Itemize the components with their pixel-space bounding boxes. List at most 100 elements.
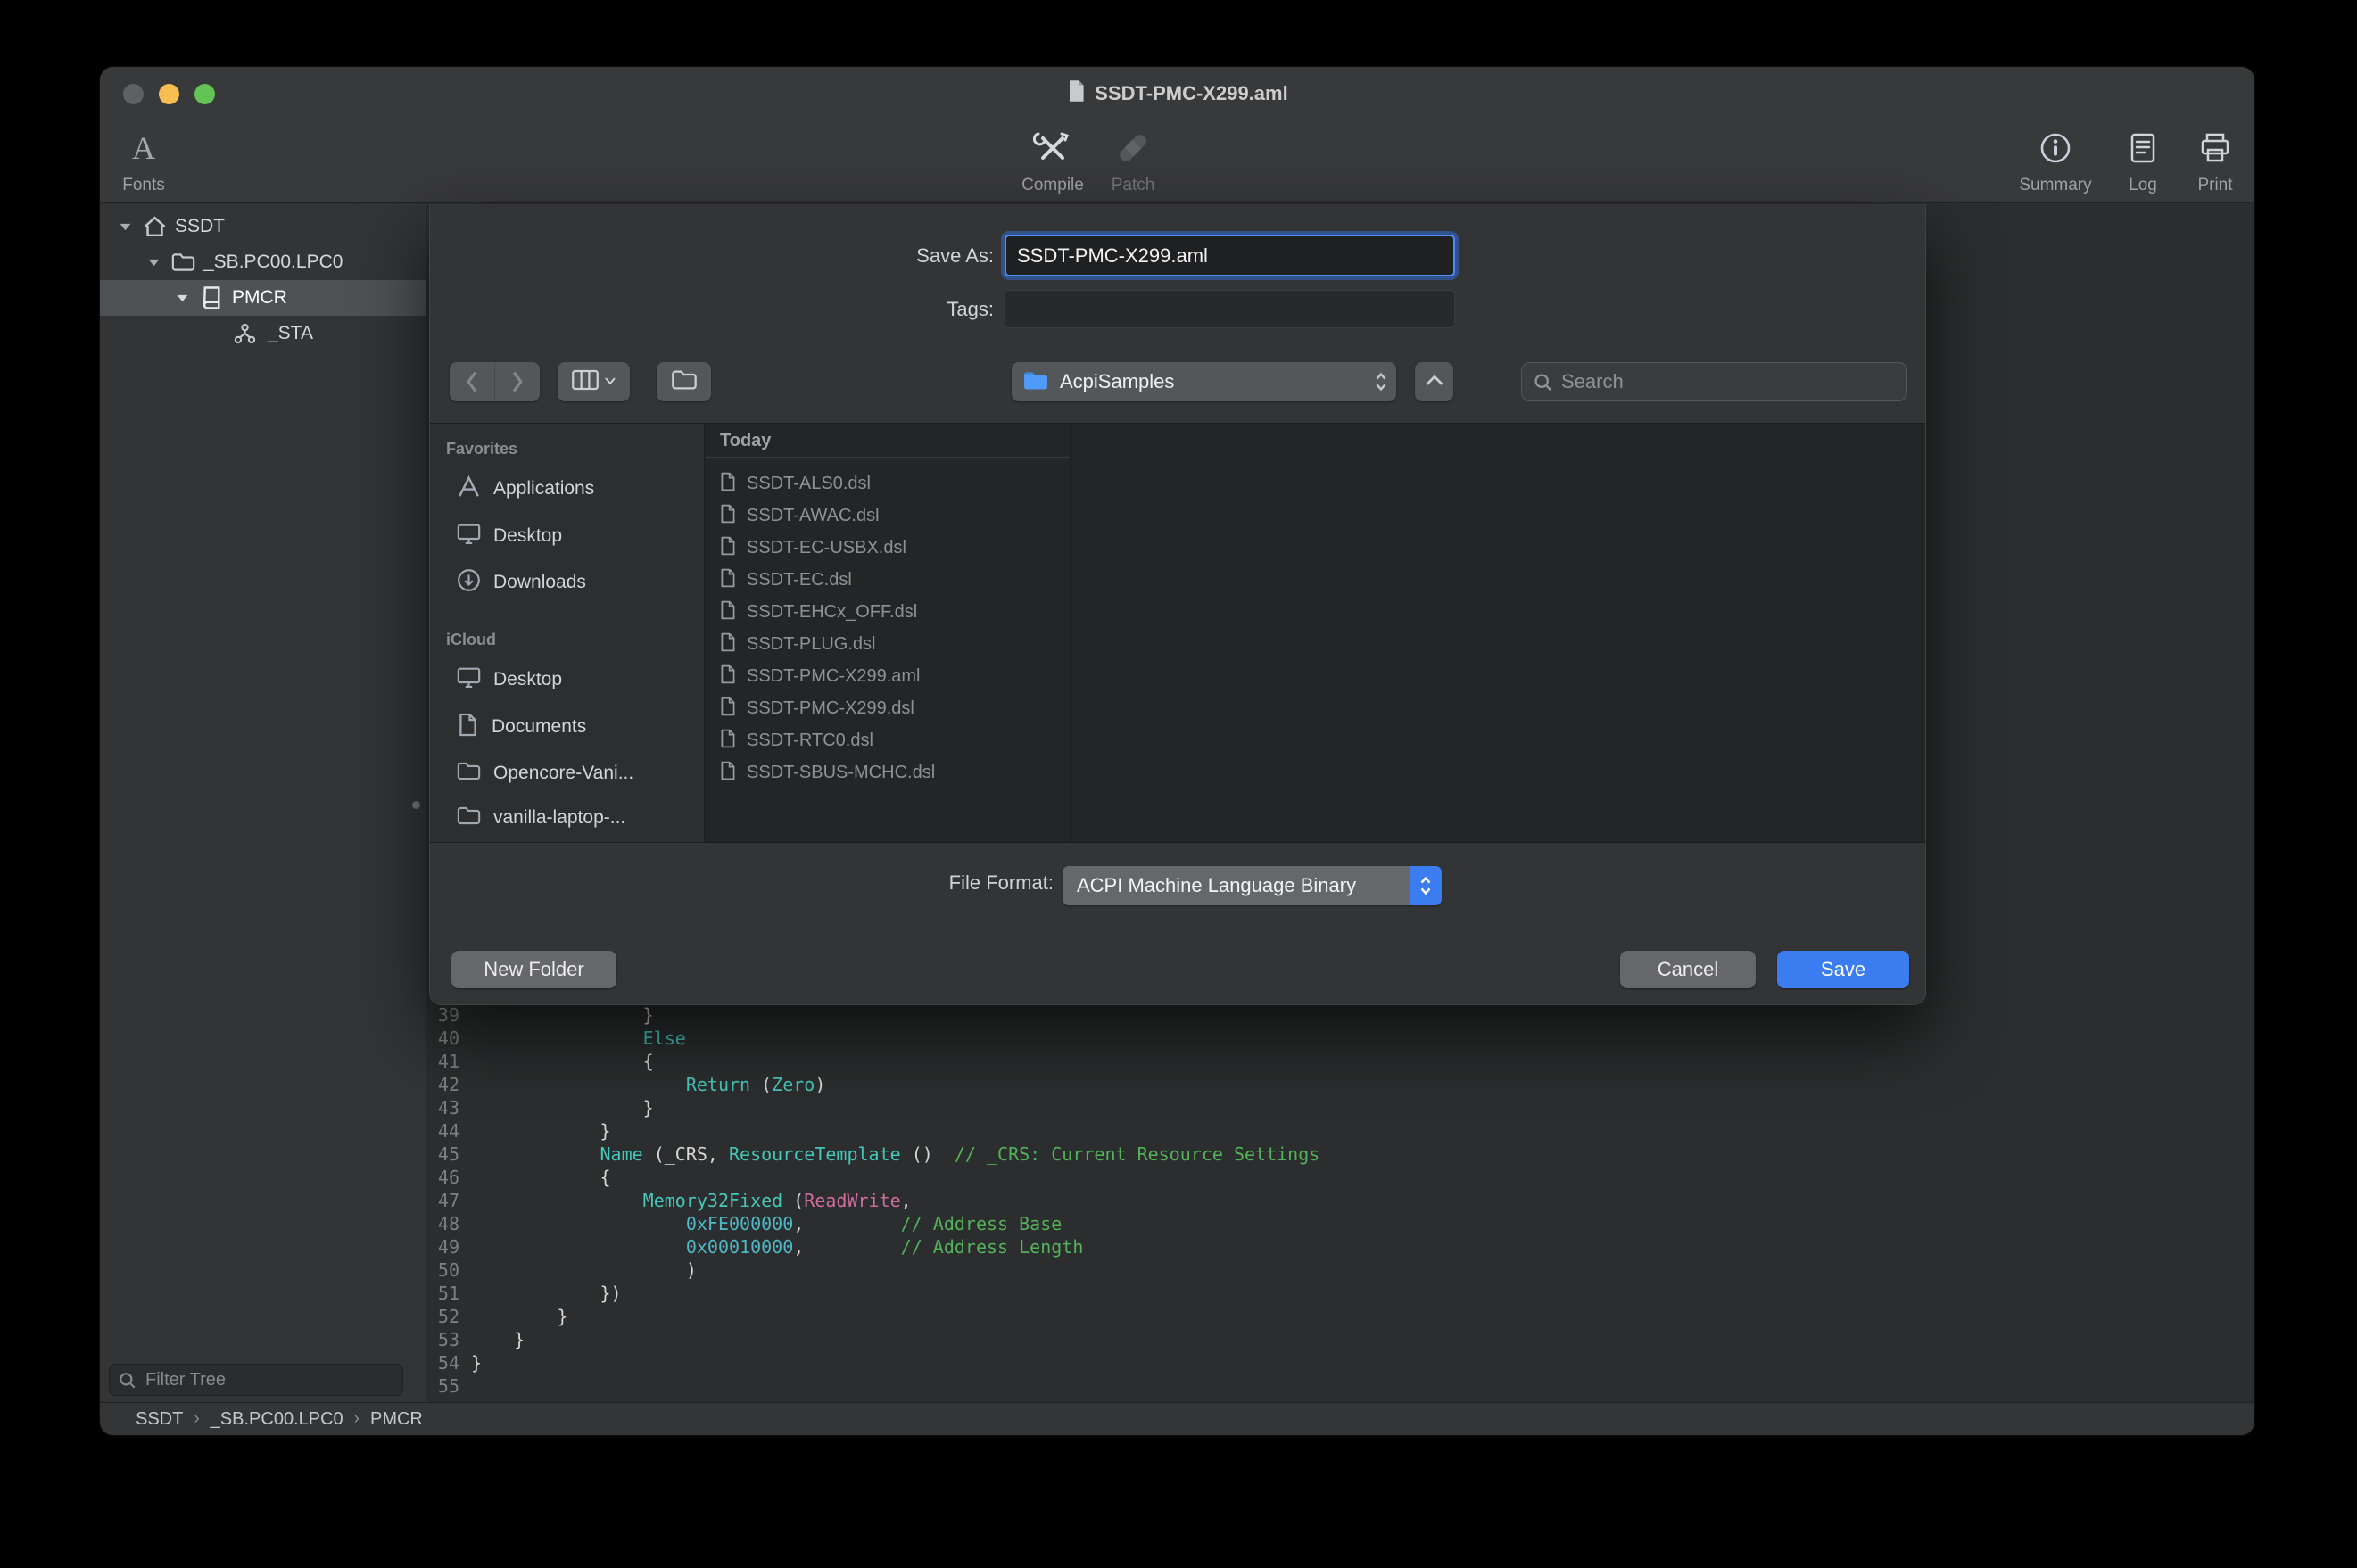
window-title-text: SSDT-PMC-X299.aml (1095, 82, 1287, 105)
code-line: 50 ) (427, 1259, 2254, 1282)
location-popup-value: AcpiSamples (1060, 362, 1174, 401)
disclosure-triangle-icon[interactable] (146, 255, 161, 270)
code-line: 52 } (427, 1305, 2254, 1328)
disclosure-triangle-icon[interactable] (118, 219, 133, 235)
code-line: 55 (427, 1374, 2254, 1398)
file-item[interactable]: SSDT-SBUS-MCHC.dsl (706, 756, 1070, 788)
file-item[interactable]: SSDT-EC-USBX.dsl (706, 532, 1070, 564)
file-item[interactable]: SSDT-PLUG.dsl (706, 628, 1070, 660)
new-folder-button[interactable]: New Folder (451, 951, 616, 988)
chevron-down-icon (604, 374, 616, 390)
acpi-tree: SSDT _SB.PC00.LPC0 PMCR (100, 204, 426, 351)
columns-view-icon (572, 369, 599, 395)
document-icon (720, 697, 736, 721)
patch-toolbar-button[interactable]: Patch (1062, 122, 1204, 195)
zoom-button[interactable] (194, 84, 215, 104)
forward-button[interactable] (494, 362, 540, 401)
sidebar-item-applications[interactable]: Applications (430, 471, 704, 507)
tree-item-sb-pc00-lpc0[interactable]: _SB.PC00.LPC0 (100, 244, 426, 280)
toolbar: A Fonts Compile (100, 120, 2254, 203)
method-hierarchy-icon (234, 323, 256, 345)
breadcrumb-separator: › (354, 1409, 360, 1429)
close-button[interactable] (123, 84, 144, 104)
file-item[interactable]: SSDT-PMC-X299.dsl (706, 692, 1070, 724)
applications-icon (457, 475, 481, 502)
code-line: 48 0xFE000000, // Address Base (427, 1212, 2254, 1235)
cancel-button[interactable]: Cancel (1620, 951, 1756, 988)
location-popup[interactable]: AcpiSamples (1012, 362, 1396, 401)
sidebar-item-desktop[interactable]: Desktop (430, 518, 704, 554)
file-item[interactable]: SSDT-AWAC.dsl (706, 499, 1070, 532)
file-format-band: File Format: ACPI Machine Language Binar… (430, 844, 1925, 928)
tags-label: Tags: (430, 290, 994, 328)
breadcrumb-item[interactable]: PMCR (370, 1409, 423, 1430)
code-line: 39 } (427, 1003, 2254, 1027)
breadcrumb-item[interactable]: SSDT (136, 1409, 183, 1430)
document-icon (720, 632, 736, 656)
save-as-label: Save As: (430, 235, 994, 276)
code-line: 54} (427, 1351, 2254, 1374)
minimize-button[interactable] (159, 84, 179, 104)
filter-tree-field[interactable] (109, 1364, 403, 1396)
folder-icon (457, 805, 481, 830)
tags-input[interactable] (1005, 290, 1455, 328)
path-statusbar: SSDT › _SB.PC00.LPC0 › PMCR (100, 1402, 2254, 1435)
places-sidebar: Favorites Applications Desktop Downloads… (430, 424, 705, 842)
info-icon (2038, 122, 2073, 174)
search-input[interactable] (1561, 363, 1898, 400)
fonts-toolbar-button[interactable]: A Fonts (99, 122, 215, 195)
sidebar-item-opencore-folder[interactable]: Opencore-Vani... (430, 755, 704, 791)
new-folder-icon-button[interactable] (657, 362, 711, 401)
view-mode-button[interactable] (558, 362, 630, 401)
up-directory-button[interactable] (1415, 362, 1453, 401)
icloud-header: iCloud (446, 623, 496, 656)
file-format-popup[interactable]: ACPI Machine Language Binary (1063, 866, 1442, 905)
tree-item-pmcr[interactable]: PMCR (100, 280, 426, 316)
code-line: 40 Else (427, 1027, 2254, 1050)
search-field[interactable] (1521, 362, 1907, 401)
back-button[interactable] (450, 362, 494, 401)
code-line: 46 { (427, 1166, 2254, 1189)
document-icon (720, 664, 736, 689)
file-browser: Favorites Applications Desktop Downloads… (430, 423, 1925, 843)
splitter-handle-icon[interactable] (412, 801, 420, 809)
code-line: 43 } (427, 1096, 2254, 1119)
breadcrumb-item[interactable]: _SB.PC00.LPC0 (211, 1409, 343, 1430)
file-item[interactable]: SSDT-ALS0.dsl (706, 467, 1070, 499)
file-item[interactable]: SSDT-EHCx_OFF.dsl (706, 596, 1070, 628)
desktop-icon (457, 523, 481, 549)
tree-item-sta[interactable]: _STA (100, 316, 426, 351)
patch-bandaid-icon (1113, 122, 1153, 174)
code-line: 42 Return (Zero) (427, 1073, 2254, 1096)
chevron-up-icon (1425, 373, 1444, 392)
file-item[interactable]: SSDT-RTC0.dsl (706, 724, 1070, 756)
code-line: 53 } (427, 1328, 2254, 1351)
documents-icon (457, 713, 479, 741)
print-toolbar-button[interactable]: Print (2144, 122, 2255, 195)
breadcrumb-separator: › (194, 1409, 199, 1429)
sidebar-item-icloud-documents[interactable]: Documents (430, 709, 704, 745)
save-as-input[interactable] (1005, 235, 1455, 276)
filter-tree-input[interactable] (145, 1365, 395, 1395)
file-item[interactable]: SSDT-EC.dsl (706, 564, 1070, 596)
maciasl-window: SSDT-PMC-X299.aml A Fonts (99, 66, 2255, 1436)
sidebar-item-icloud-desktop[interactable]: Desktop (430, 662, 704, 697)
back-forward-buttons (450, 362, 540, 401)
file-list: SSDT-ALS0.dslSSDT-AWAC.dslSSDT-EC-USBX.d… (706, 467, 1070, 788)
code-line: 45 Name (_CRS, ResourceTemplate () // _C… (427, 1143, 2254, 1166)
document-icon (720, 536, 736, 560)
document-icon (1066, 79, 1086, 108)
save-button[interactable]: Save (1777, 951, 1909, 988)
file-item[interactable]: SSDT-PMC-X299.aml (706, 660, 1070, 692)
desktop: SSDT-PMC-X299.aml A Fonts (0, 0, 2357, 1568)
sidebar-item-downloads[interactable]: Downloads (430, 565, 704, 600)
file-group-header: Today (706, 424, 1070, 458)
downloads-icon (457, 568, 481, 597)
home-icon (143, 216, 167, 238)
document-icon (720, 600, 736, 624)
tree-item-ssdt[interactable]: SSDT (100, 209, 426, 244)
sidebar-item-vanilla-laptop-folder[interactable]: vanilla-laptop-... (430, 800, 704, 836)
disclosure-triangle-icon[interactable] (175, 291, 190, 306)
code-line: 51 }) (427, 1282, 2254, 1305)
code-line: 41 { (427, 1050, 2254, 1073)
